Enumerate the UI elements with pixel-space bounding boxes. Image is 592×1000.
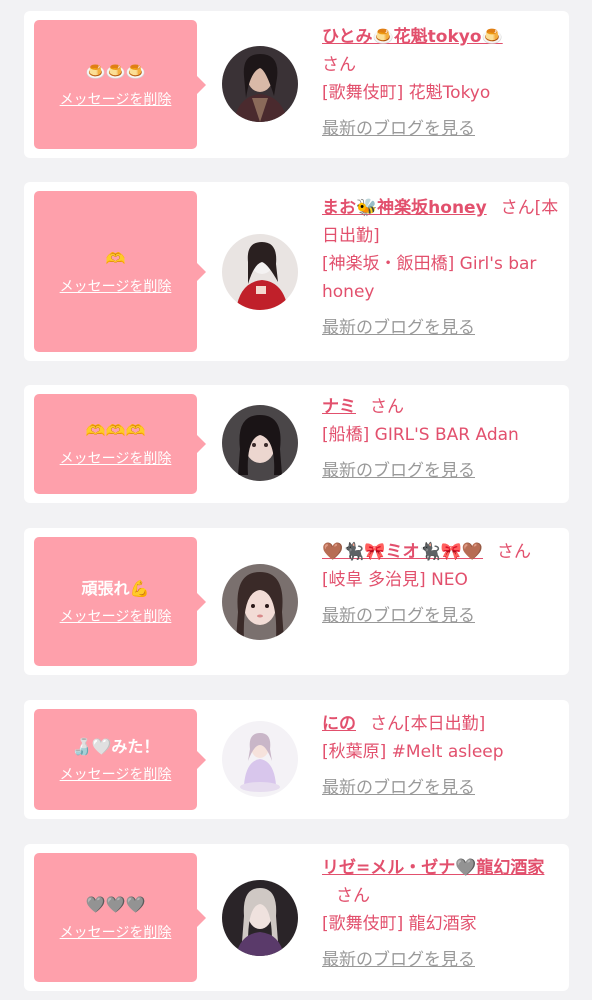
message-card: 頑張れ💪 メッセージを削除 🤎🐈‍⬛🎀ミオ🐈‍⬛🎀🤎 さん [岐阜 多治見] NE… [24,528,569,675]
avatar[interactable] [222,564,298,640]
delete-message-link[interactable]: メッセージを削除 [60,276,172,296]
work-status: [本日出勤] [404,714,486,734]
cast-name-link[interactable]: ナミ [322,397,356,417]
message-bubble: 🍮🍮🍮 メッセージを削除 [34,20,206,149]
message-card: 🫶🫶🫶 メッセージを削除 ナミ さん [船橋] GIRL'S BAR Adan 最… [24,385,569,503]
card-info: にの さん[本日出勤] [秋葉原] #Melt asleep 最新のブログを見る [322,710,562,802]
message-text: 🫶 [105,248,126,268]
message-bubble: 🩶🩶🩶 メッセージを削除 [34,853,206,982]
message-text: 🫶🫶🫶 [85,421,146,440]
honorific: さん [370,714,404,734]
latest-blog-link[interactable]: 最新のブログを見る [322,457,475,485]
honorific: さん [336,886,370,906]
avatar[interactable] [222,234,298,310]
delete-message-link[interactable]: メッセージを削除 [60,448,172,468]
shop-name: [歌舞伎町] 龍幻酒家 [322,914,477,934]
message-bubble: 🫶 メッセージを削除 [34,191,206,352]
card-info: ナミ さん [船橋] GIRL'S BAR Adan 最新のブログを見る [322,393,562,485]
message-text: 🩶🩶🩶 [85,894,146,914]
honorific: さん [497,542,532,562]
latest-blog-link[interactable]: 最新のブログを見る [322,946,475,974]
delete-message-link[interactable]: メッセージを削除 [60,922,172,942]
latest-blog-link[interactable]: 最新のブログを見る [322,314,475,342]
card-info: ひとみ🍮花魁tokyo🍮 さん [歌舞伎町] 花魁Tokyo 最新のブログを見る [322,23,562,143]
delete-message-link[interactable]: メッセージを削除 [60,606,172,626]
message-card: 🫶 メッセージを削除 まお🐝神楽坂honey さん[本日出勤] [神楽坂・飯田橋]… [24,182,569,361]
message-card: 🩶🩶🩶 メッセージを削除 リゼ=メル・ゼナ🩶龍幻酒家さん [歌舞伎町] 龍幻酒家… [24,844,569,991]
latest-blog-link[interactable]: 最新のブログを見る [322,774,475,802]
shop-name: [神楽坂・飯田橋] Girl's bar honey [322,254,537,302]
message-text: 🍶🤍みた！ [71,736,160,756]
shop-name: [船橋] GIRL'S BAR Adan [322,425,519,445]
latest-blog-link[interactable]: 最新のブログを見る [322,115,475,143]
latest-blog-link[interactable]: 最新のブログを見る [322,602,475,630]
shop-name: [歌舞伎町] 花魁Tokyo [322,83,491,103]
message-card: 🍶🤍みた！ メッセージを削除 にの さん[本日出勤] [秋葉原] #Melt as… [24,700,569,819]
delete-message-link[interactable]: メッセージを削除 [60,764,172,784]
shop-name: [岐阜 多治見] NEO [322,570,468,590]
shop-name: [秋葉原] #Melt asleep [322,742,504,762]
card-info: 🤎🐈‍⬛🎀ミオ🐈‍⬛🎀🤎 さん [岐阜 多治見] NEO 最新のブログを見る [322,538,562,630]
avatar[interactable] [222,721,298,797]
message-text: 頑張れ💪 [81,578,150,598]
delete-message-link[interactable]: メッセージを削除 [60,89,172,109]
avatar[interactable] [222,46,298,122]
card-info: まお🐝神楽坂honey さん[本日出勤] [神楽坂・飯田橋] Girl's bar… [322,194,562,342]
cast-name-link[interactable]: ひとみ🍮花魁tokyo🍮 [322,27,503,47]
message-text: 🍮🍮🍮 [85,61,146,81]
cast-name-link[interactable]: まお🐝神楽坂honey [322,198,487,218]
cast-name-link[interactable]: にの [322,714,356,734]
honorific: さん [370,397,404,417]
card-info: リゼ=メル・ゼナ🩶龍幻酒家さん [歌舞伎町] 龍幻酒家 最新のブログを見る [322,854,562,974]
message-card: 🍮🍮🍮 メッセージを削除 ひとみ🍮花魁tokyo🍮 さん [歌舞伎町] 花魁To… [24,11,569,158]
message-bubble: 🍶🤍みた！ メッセージを削除 [34,709,206,810]
honorific: さん [500,198,535,218]
cast-name-link[interactable]: 🤎🐈‍⬛🎀ミオ🐈‍⬛🎀🤎 [322,542,483,562]
message-bubble: 頑張れ💪 メッセージを削除 [34,537,206,666]
message-bubble: 🫶🫶🫶 メッセージを削除 [34,394,206,494]
honorific: さん [322,55,356,75]
avatar[interactable] [222,880,298,956]
avatar[interactable] [222,405,298,481]
cast-name-link[interactable]: リゼ=メル・ゼナ🩶龍幻酒家 [322,858,544,878]
